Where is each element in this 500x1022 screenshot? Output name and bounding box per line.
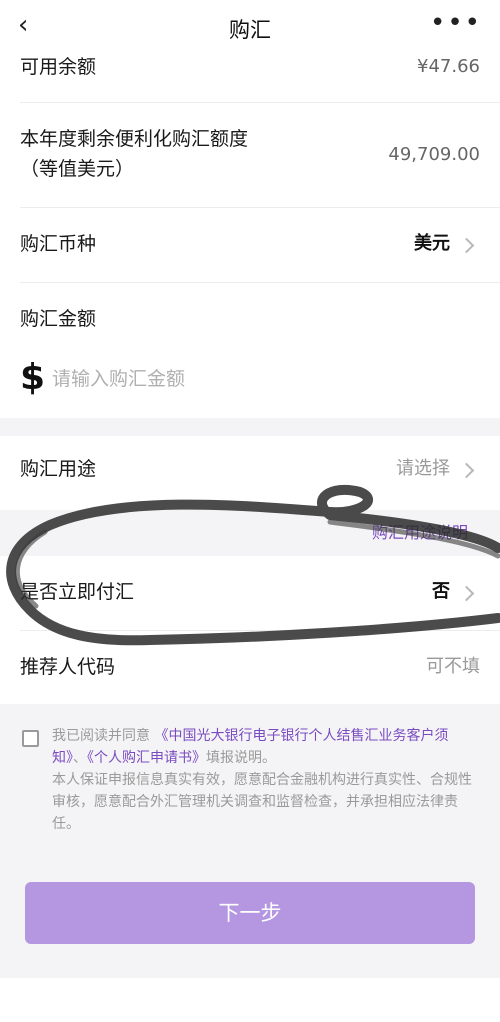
referrer-label: 推荐人代码 [20,656,116,678]
divider [20,630,500,631]
dollar-icon: $ [20,357,46,398]
immediate-payment-label: 是否立即付汇 [20,581,135,603]
available-balance-label: 可用余额 [20,56,97,78]
divider [20,102,500,103]
amount-label: 购汇金额 [20,308,97,330]
quota-label-sub: （等值美元） [20,158,135,180]
application-form-link[interactable]: 《个人购汇申请书》 [87,750,206,766]
purpose-card: 购汇用途 请选择 购汇用途说明 是否立即付汇 否 推荐人代码 可不填 [0,436,500,704]
quota-value: 49,709.00 [388,144,480,165]
agreement-section: 我已阅读并同意 《中国光大银行电子银行个人结售汇业务客户须知》、《个人购汇申请书… [0,704,500,864]
exchange-form-card: 可用余额 ¥47.66 本年度剩余便利化购汇额度 （等值美元） 49,709.0… [0,52,500,418]
agreement-checkbox[interactable] [22,730,39,747]
currency-label: 购汇币种 [20,233,97,255]
bottom-area [0,978,500,1022]
divider [20,282,500,283]
currency-value[interactable]: 美元 [414,229,450,259]
immediate-payment-value[interactable]: 否 [432,577,450,607]
next-button[interactable]: 下一步 [25,882,475,944]
quota-label: 本年度剩余便利化购汇额度 [20,128,249,150]
purpose-label: 购汇用途 [20,458,97,480]
purpose-help-link[interactable]: 购汇用途说明 [372,519,468,543]
nav-bar: ‹ 购汇 ••• [0,0,500,52]
chevron-right-icon[interactable] [458,462,475,479]
chevron-right-icon[interactable] [458,237,475,254]
agreement-prefix: 我已阅读并同意 [52,728,150,744]
page-title: 购汇 [229,18,271,42]
more-icon[interactable]: ••• [430,8,482,38]
agreement-body: 本人保证申报信息真实有效，愿意配合金融机构进行真实性、合规性审核，愿意配合外汇管… [52,772,472,832]
chevron-right-icon[interactable] [458,585,475,602]
available-balance-value: ¥47.66 [417,56,480,77]
agreement-suffix: 填报说明。 [206,750,276,766]
referrer-value[interactable]: 可不填 [426,652,480,682]
agreement-text: 我已阅读并同意 《中国光大银行电子银行个人结售汇业务客户须知》、《个人购汇申请书… [52,725,477,835]
agreement-sep: 、 [73,750,87,766]
amount-input[interactable] [52,362,352,396]
purpose-value[interactable]: 请选择 [396,454,450,484]
divider [20,207,500,208]
